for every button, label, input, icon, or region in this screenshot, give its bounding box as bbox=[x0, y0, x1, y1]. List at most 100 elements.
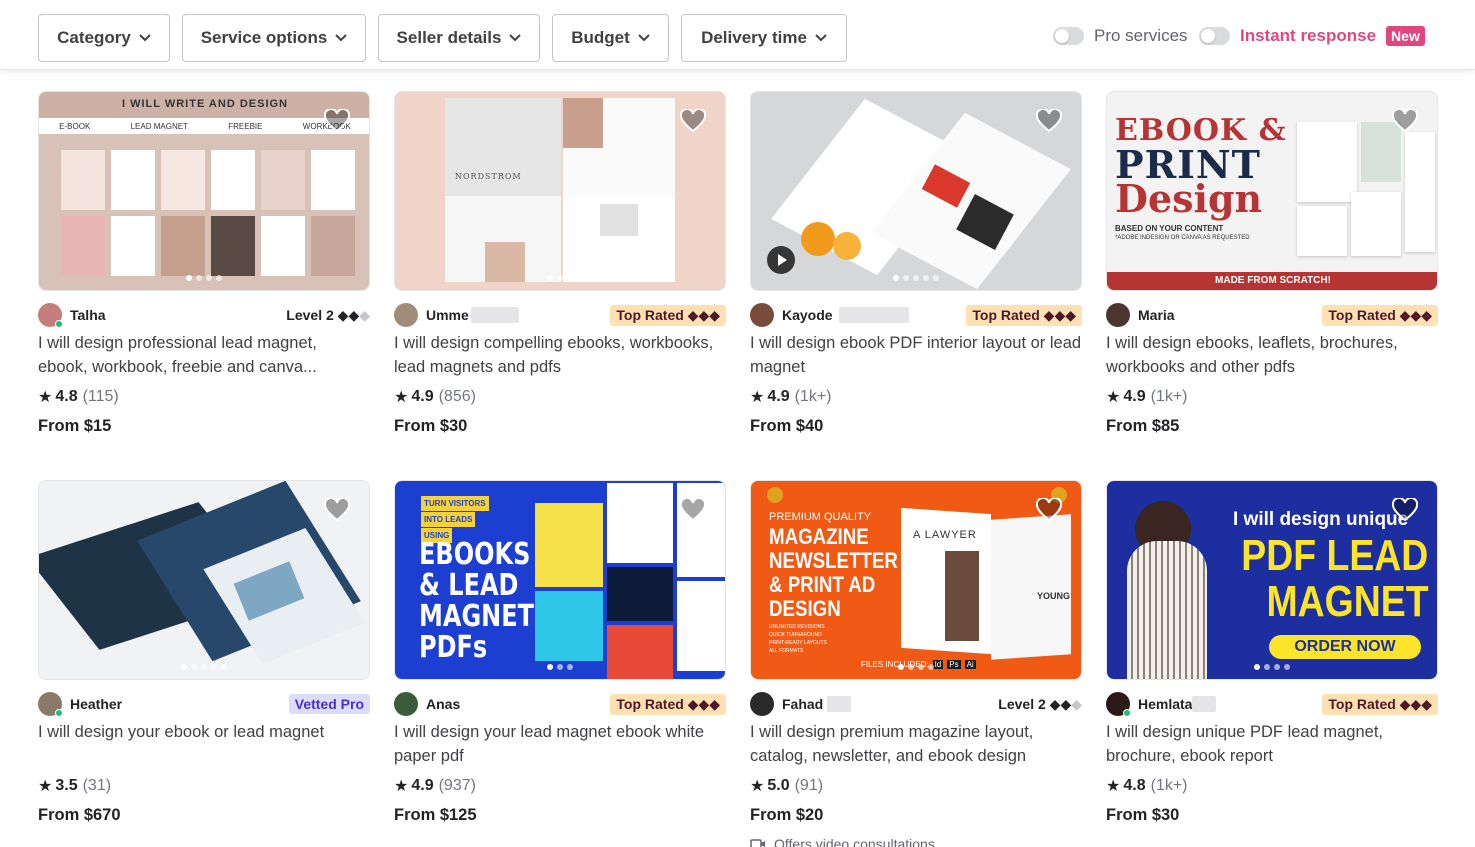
seller-name[interactable]: Umme bbox=[426, 307, 469, 323]
avatar[interactable] bbox=[1106, 692, 1131, 717]
gig-title[interactable]: I will design ebooks, leaflets, brochure… bbox=[1106, 331, 1438, 379]
carousel-dots[interactable] bbox=[181, 664, 227, 670]
seller-level-badge: Level 2 ◆◆◆ bbox=[998, 695, 1082, 712]
gig-title[interactable]: I will design unique PDF lead magnet, br… bbox=[1106, 720, 1438, 768]
gig-thumbnail[interactable]: I WILL WRITE AND DESIGN E-BOOK LEAD MAGN… bbox=[38, 91, 370, 291]
heart-icon[interactable] bbox=[680, 498, 706, 522]
star-icon: ★ bbox=[1106, 778, 1121, 795]
price[interactable]: From $85 bbox=[1106, 417, 1438, 436]
carousel-dots[interactable] bbox=[547, 664, 573, 670]
seller-name[interactable]: Maria bbox=[1138, 307, 1175, 323]
seller-row: Heather Vetted Pro bbox=[38, 692, 370, 717]
seller-name[interactable]: Hemlata bbox=[1138, 696, 1192, 712]
heart-icon[interactable] bbox=[1392, 498, 1418, 522]
gig-card[interactable]: I will design unique PDF LEAD MAGNET ORD… bbox=[1106, 480, 1438, 825]
gig-card[interactable]: EBOOK & PRINT Design BASED ON YOUR CONTE… bbox=[1106, 91, 1438, 436]
avatar[interactable] bbox=[750, 692, 774, 716]
seller-name[interactable]: Anas bbox=[426, 696, 460, 712]
gig-thumbnail[interactable]: I will design unique PDF LEAD MAGNET ORD… bbox=[1106, 480, 1438, 680]
avatar[interactable] bbox=[38, 303, 63, 328]
pro-services-toggle-group: Pro services bbox=[1053, 26, 1188, 46]
service-options-filter-button[interactable]: Service options bbox=[182, 14, 366, 62]
rating: ★ 4.8 (115) bbox=[38, 387, 370, 407]
play-video-icon[interactable] bbox=[767, 246, 795, 274]
gig-card[interactable]: Kayode Top Rated ◆◆◆ I will design ebook… bbox=[750, 91, 1082, 436]
thumbnail-footer: MADE FROM SCRATCH! bbox=[1107, 272, 1437, 290]
instant-response-toggle-group: Instant response New bbox=[1199, 26, 1425, 46]
gig-title[interactable]: I will design compelling ebooks, workboo… bbox=[394, 331, 726, 379]
review-count: (1k+) bbox=[794, 388, 832, 405]
gig-card[interactable]: I WILL WRITE AND DESIGN E-BOOK LEAD MAGN… bbox=[38, 91, 370, 436]
category-filter-button[interactable]: Category bbox=[38, 14, 170, 62]
avatar[interactable] bbox=[38, 692, 63, 717]
budget-filter-button[interactable]: Budget bbox=[552, 14, 669, 62]
gig-thumbnail[interactable]: NORDSTROM bbox=[394, 91, 726, 291]
thumbnail-pretitle: PREMIUM QUALITY bbox=[769, 511, 872, 523]
carousel-dots[interactable] bbox=[186, 275, 222, 281]
video-consultation-label: Offers video consultations bbox=[774, 836, 935, 847]
thumbnail-headline: PDFs bbox=[419, 630, 488, 665]
avatar[interactable] bbox=[750, 303, 774, 327]
gig-title[interactable]: I will design professional lead magnet, … bbox=[38, 331, 370, 379]
gig-thumbnail[interactable]: EBOOK & PRINT Design BASED ON YOUR CONTE… bbox=[1106, 91, 1438, 291]
heart-icon[interactable] bbox=[324, 498, 350, 522]
avatar[interactable] bbox=[394, 303, 418, 327]
gig-card[interactable]: Heather Vetted Pro I will design your eb… bbox=[38, 480, 370, 825]
gig-title[interactable]: I will design your lead magnet ebook whi… bbox=[394, 720, 726, 768]
thumbnail-headline: MAGNET bbox=[1266, 577, 1429, 626]
price[interactable]: From $15 bbox=[38, 417, 370, 436]
heart-icon[interactable] bbox=[1036, 498, 1062, 522]
carousel-dots[interactable] bbox=[893, 275, 939, 281]
thumbnail-spread-title: A LAWYER bbox=[913, 529, 977, 541]
gig-card[interactable]: NORDSTROM Umme Top Rated ◆◆◆ I will desi… bbox=[394, 91, 726, 436]
order-now-button[interactable]: ORDER NOW bbox=[1269, 635, 1421, 659]
gig-title[interactable]: I will design ebook PDF interior layout … bbox=[750, 331, 1082, 379]
heart-icon[interactable] bbox=[324, 109, 350, 133]
top-rated-badge: Top Rated ◆◆◆ bbox=[610, 304, 726, 326]
heart-icon[interactable] bbox=[680, 109, 706, 133]
gig-card[interactable]: PREMIUM QUALITY MAGAZINE NEWSLETTER & PR… bbox=[750, 480, 1082, 847]
price[interactable]: From $125 bbox=[394, 806, 726, 825]
price[interactable]: From $40 bbox=[750, 417, 1082, 436]
thumbnail-tag: INTO LEADS bbox=[421, 512, 476, 527]
rating-value: 5.0 bbox=[767, 777, 790, 794]
thumbnail-tab: FREEBIE bbox=[228, 121, 263, 131]
illustrator-icon: Ai bbox=[964, 660, 976, 669]
seller-name[interactable]: Talha bbox=[70, 307, 106, 323]
gig-title[interactable]: I will design your ebook or lead magnet bbox=[38, 720, 370, 768]
gig-card[interactable]: TURN VISITORS INTO LEADS USING EBOOKS & … bbox=[394, 480, 726, 825]
price[interactable]: From $30 bbox=[394, 417, 726, 436]
avatar[interactable] bbox=[394, 692, 418, 716]
pro-services-toggle[interactable] bbox=[1053, 27, 1084, 45]
seller-details-filter-button[interactable]: Seller details bbox=[378, 14, 540, 62]
seller-name[interactable]: Fahad bbox=[782, 696, 823, 712]
filter-bar: Category Service options Seller details … bbox=[0, 0, 1475, 70]
carousel-dots[interactable] bbox=[898, 664, 934, 670]
review-count: (937) bbox=[438, 777, 476, 794]
heart-icon[interactable] bbox=[1036, 109, 1062, 133]
delivery-time-filter-button[interactable]: Delivery time bbox=[681, 14, 847, 62]
thumbnail-headline: DESIGN bbox=[769, 596, 841, 621]
price[interactable]: From $30 bbox=[1106, 806, 1438, 825]
gig-title[interactable]: I will design premium magazine layout, c… bbox=[750, 720, 1082, 768]
rating-value: 4.9 bbox=[767, 388, 790, 405]
carousel-dots[interactable] bbox=[1254, 664, 1290, 670]
heart-icon[interactable] bbox=[1392, 109, 1418, 133]
star-icon: ★ bbox=[750, 778, 765, 795]
gig-thumbnail[interactable] bbox=[38, 480, 370, 680]
thumbnail-list-item: ALL FORMATS bbox=[769, 648, 804, 654]
gig-thumbnail[interactable]: TURN VISITORS INTO LEADS USING EBOOKS & … bbox=[394, 480, 726, 680]
review-count: (31) bbox=[82, 777, 112, 794]
online-indicator bbox=[1123, 709, 1131, 717]
carousel-dots[interactable] bbox=[547, 275, 573, 281]
star-icon: ★ bbox=[38, 778, 53, 795]
instant-response-toggle[interactable] bbox=[1199, 27, 1230, 45]
thumbnail-list-item: PRINT-READY LAYOUTS bbox=[769, 640, 827, 646]
gig-thumbnail[interactable]: PREMIUM QUALITY MAGAZINE NEWSLETTER & PR… bbox=[750, 480, 1082, 680]
seller-name[interactable]: Heather bbox=[70, 696, 122, 712]
avatar[interactable] bbox=[1106, 303, 1130, 327]
price[interactable]: From $670 bbox=[38, 806, 370, 825]
seller-name[interactable]: Kayode bbox=[782, 307, 833, 323]
gig-thumbnail[interactable] bbox=[750, 91, 1082, 291]
price[interactable]: From $20 bbox=[750, 806, 1082, 825]
